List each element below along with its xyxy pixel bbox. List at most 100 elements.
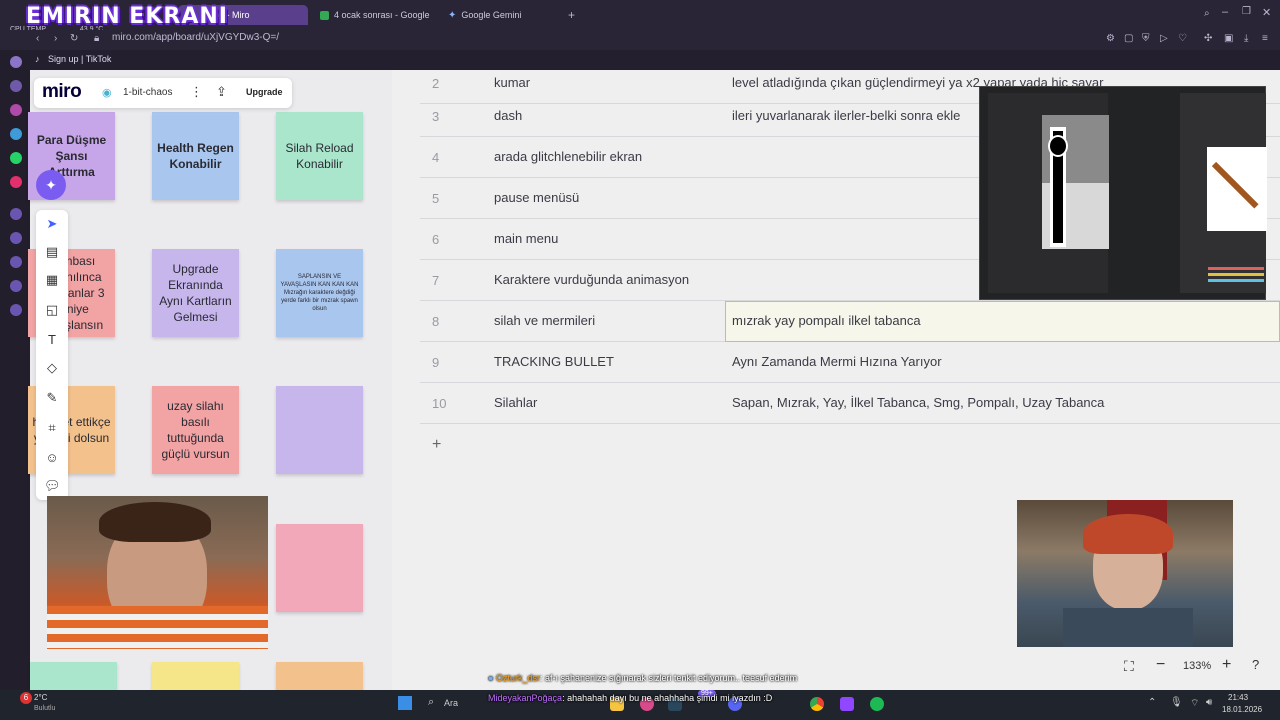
description-cell[interactable]: Sapan, Mızrak, Yay, İlkel Tabanca, Smg, …: [732, 395, 1104, 410]
description-cell[interactable]: Aynı Zamanda Mermi Hızına Yarıyor: [732, 354, 942, 369]
new-tab-button[interactable]: +: [568, 8, 575, 22]
sticky-note[interactable]: SAPLANSIN VE YAVAŞLASIN KAN KAN KAN Mızr…: [276, 249, 363, 337]
forward-icon[interactable]: ›: [54, 33, 57, 44]
pen-icon[interactable]: ✎: [44, 390, 60, 406]
wifi-icon[interactable]: ⌔: [1190, 697, 1199, 710]
feature-cell[interactable]: main menu: [494, 231, 558, 246]
feature-cell[interactable]: pause menüsü: [494, 190, 579, 205]
sticky-note[interactable]: [152, 662, 239, 692]
reload-icon[interactable]: ↻: [70, 33, 78, 44]
url-field[interactable]: miro.com/app/board/uXjVGYDw3-Q=/: [112, 32, 279, 43]
sticky-note[interactable]: Silah Reload Konabilir: [276, 112, 363, 200]
feature-cell[interactable]: TRACKING BULLET: [494, 354, 614, 369]
play-icon[interactable]: ▷: [1160, 33, 1168, 44]
sticky-note[interactable]: [276, 386, 363, 474]
sidebar-player-icon[interactable]: [10, 208, 22, 220]
drive-favicon-icon: [320, 10, 329, 20]
whatsapp-icon[interactable]: [10, 152, 22, 164]
table-icon[interactable]: ▦: [44, 272, 60, 288]
emoji-icon[interactable]: ☺: [44, 450, 60, 466]
feature-cell[interactable]: Silahlar: [494, 395, 537, 410]
sticky-note[interactable]: Upgrade Ekranında Aynı Kartların Gelmesi: [152, 249, 239, 337]
select-cursor-icon[interactable]: ➤: [44, 216, 60, 232]
zoom-level[interactable]: 133%: [1183, 660, 1211, 672]
sticky-note-icon[interactable]: ◱: [44, 302, 60, 318]
back-icon[interactable]: ‹: [36, 33, 39, 44]
sticky-note[interactable]: uzay silahı basılı tuttuğunda güçlü vurs…: [152, 386, 239, 474]
heart-icon[interactable]: ♡: [1178, 33, 1187, 44]
sidebar-history-icon[interactable]: [10, 256, 22, 268]
table-row[interactable]: 10 Silahlar Sapan, Mızrak, Yay, İlkel Ta…: [420, 383, 1280, 424]
weather-temp[interactable]: 2°C: [34, 693, 47, 702]
sidebar-pin-icon[interactable]: [10, 280, 22, 292]
sidebar-mail-icon[interactable]: [10, 128, 22, 140]
gemini-star-icon: ✦: [448, 9, 457, 21]
sidebar-instagram-icon[interactable]: [10, 104, 22, 116]
instagram-icon[interactable]: [10, 176, 22, 188]
description-cell[interactable]: mızrak yay pompalı ilkel tabanca: [732, 313, 921, 328]
ai-sparkle-button[interactable]: ✦: [36, 170, 66, 200]
spotify-icon[interactable]: [870, 697, 884, 711]
row-number: 9: [432, 355, 440, 370]
comment-icon[interactable]: 💬︎: [44, 478, 61, 494]
sticky-note[interactable]: [30, 662, 117, 692]
sidebar-refresh-icon[interactable]: [10, 56, 22, 68]
add-row-button[interactable]: +: [432, 436, 441, 454]
feature-cell[interactable]: arada glitchlenebilir ekran: [494, 149, 642, 164]
miro-logo[interactable]: miro: [42, 81, 82, 103]
miro-board-header: miro ◉ 1-bit-chaos ⋮ ⇪ Upgrade: [34, 78, 292, 108]
close-window-button[interactable]: ✕: [1262, 6, 1271, 19]
table-row[interactable]: 9 TRACKING BULLET Aynı Zamanda Mermi Hız…: [420, 342, 1280, 383]
download-icon[interactable]: ⤓: [1244, 33, 1248, 44]
sidebar-bookmark-icon[interactable]: [10, 232, 22, 244]
maximize-button[interactable]: ❐: [1242, 6, 1251, 17]
description-cell[interactable]: ileri yuvarlanarak ilerler-belki sonra e…: [732, 108, 960, 123]
tab-gemini[interactable]: ✦ Google Gemini: [440, 5, 560, 25]
tray-chevron-icon[interactable]: ⌃: [1148, 697, 1156, 708]
sidebar-messenger-icon[interactable]: [10, 80, 22, 92]
sticky-note[interactable]: Health Regen Konabilir: [152, 112, 239, 200]
extensions-puzzle-icon[interactable]: ✣: [1204, 33, 1212, 44]
menu-icon[interactable]: ≡: [1262, 33, 1268, 44]
chat-badge-icon: ●: [488, 673, 494, 683]
feature-cell[interactable]: dash: [494, 108, 522, 123]
row-number: 2: [432, 76, 440, 91]
search-tabs-icon[interactable]: ⌕: [1204, 8, 1210, 19]
zoom-in-button[interactable]: +: [1222, 656, 1231, 674]
frame-icon[interactable]: ⌗: [44, 420, 60, 436]
feature-cell[interactable]: Karaktere vurduğunda animasyon: [494, 272, 689, 287]
twitch-icon[interactable]: [840, 697, 854, 711]
sticky-note[interactable]: [276, 524, 363, 612]
screenshot-icon[interactable]: ▢: [1124, 33, 1133, 44]
more-options-icon[interactable]: ⋮: [190, 84, 203, 100]
zoom-out-button[interactable]: −: [1156, 656, 1165, 674]
fit-screen-icon[interactable]: ⛶: [1124, 658, 1134, 675]
chat-text: : ahahahah dayı bu ne ahahhaha şimdi mi …: [562, 693, 773, 703]
feature-cell[interactable]: kumar: [494, 75, 530, 90]
help-icon[interactable]: ?: [1252, 657, 1259, 672]
shield-icon[interactable]: ⛨: [1142, 33, 1150, 44]
clock-time[interactable]: 21:43: [1228, 693, 1248, 702]
minimize-button[interactable]: –: [1222, 6, 1228, 18]
clock-date[interactable]: 18.01.2026: [1222, 705, 1262, 714]
search-icon[interactable]: ⌕: [428, 696, 434, 709]
upgrade-button[interactable]: Upgrade: [246, 87, 283, 97]
board-name[interactable]: 1-bit-chaos: [123, 87, 172, 98]
tab-google-docs[interactable]: 4 ocak sonrası - Google D: [312, 5, 432, 25]
volume-icon[interactable]: 🔊︎: [1206, 697, 1212, 708]
tab-label: 4 ocak sonrası - Google D: [334, 10, 432, 20]
templates-icon[interactable]: ▤: [44, 244, 60, 260]
extension-icon[interactable]: ⚙: [1106, 33, 1115, 44]
share-export-icon[interactable]: ⇪: [216, 84, 227, 100]
microphone-icon[interactable]: 🎙︎: [1170, 697, 1183, 708]
text-tool-icon[interactable]: T: [44, 332, 60, 348]
taskbar-search[interactable]: Ara: [444, 698, 458, 708]
sticky-note[interactable]: [276, 662, 363, 692]
shapes-icon[interactable]: ◇: [44, 360, 60, 376]
table-row[interactable]: 8 silah ve mermileri mızrak yay pompalı …: [420, 301, 1280, 342]
wallet-icon[interactable]: ▣: [1224, 33, 1233, 44]
bookmark-tiktok[interactable]: Sign up | TikTok: [48, 54, 111, 64]
sidebar-settings-icon[interactable]: [10, 304, 22, 316]
windows-start-icon[interactable]: [398, 696, 412, 710]
feature-cell[interactable]: silah ve mermileri: [494, 313, 595, 328]
